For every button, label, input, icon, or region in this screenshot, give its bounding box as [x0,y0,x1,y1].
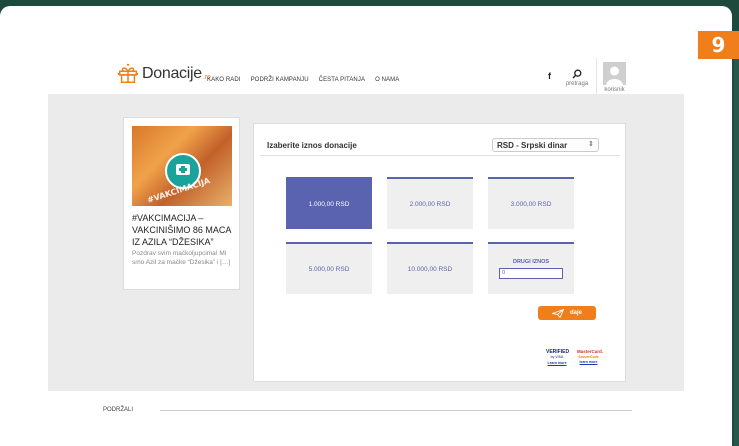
select-arrows-icon: ⇕ [588,140,594,148]
main-nav: KAKO RADI PODRŽI KAMPANJU ČESTA PITANJA … [207,77,399,83]
medkit-icon [176,164,190,175]
other-amount-label: DRUGI IZNOS [512,259,550,265]
search-label: pretraga [565,81,589,87]
user-menu[interactable]: korisnik [596,58,632,98]
other-amount-input[interactable]: 0 [499,268,563,279]
divider [260,155,620,156]
donation-title: Izaberite iznos donacije [267,141,357,150]
nav-item-kako-radi[interactable]: KAKO RADI [207,77,241,83]
search-button[interactable]: pretraga [562,69,592,87]
nav-item-podrzi-kampanju[interactable]: PODRŽI KAMPANJU [251,77,309,83]
currency-value: RSD - Srpski dinar [497,141,568,150]
amount-option-2000[interactable]: 2.000,00 RSD [387,177,473,229]
facebook-icon[interactable]: f [548,71,551,81]
currency-select[interactable]: RSD - Srpski dinar ⇕ [492,138,599,152]
paper-plane-icon [551,308,564,318]
amount-option-10000[interactable]: 10.000,00 RSD [387,242,473,294]
avatar [603,62,626,85]
nav-item-o-nama[interactable]: O NAMA [375,77,399,83]
user-icon [606,66,623,85]
site-logo[interactable]: Donacije .rs [117,63,211,85]
amount-option-3000[interactable]: 3.000,00 RSD [488,177,574,229]
campaign-image[interactable]: #VAKCIMACIJA [132,126,232,206]
supporters-label: PODRŽALI [103,407,134,413]
gift-icon [117,63,139,83]
footer-divider [160,410,632,411]
site-header: Donacije .rs KAKO RADI PODRŽI KAMPANJU Č… [0,0,732,98]
campaign-title[interactable]: #VAKCIMACIJA – VAKCINIŠIMO 86 MACA IZ AZ… [132,212,236,248]
verified-line2: by VISA [550,355,564,359]
amount-option-5000[interactable]: 5.000,00 RSD [286,242,372,294]
search-icon [572,69,582,79]
campaign-card[interactable]: #VAKCIMACIJA #VAKCIMACIJA – VAKCINIŠIMO … [123,117,240,290]
amount-option-other[interactable]: DRUGI IZNOS 0 [488,242,574,294]
nav-item-cesta-pitanja[interactable]: ČESTA PITANJA [319,77,365,83]
donate-button-label: daje [569,310,582,316]
right-edge-bar [734,59,739,446]
verified-by-visa-logo[interactable]: VERIFIED by VISA Learn more [546,350,569,366]
verified-learn-more[interactable]: Learn more [546,361,568,366]
mc-line2: SecureCode [578,354,599,359]
amount-option-1000[interactable]: 1.000,00 RSD [286,177,372,229]
campaign-description: Pozdrav svim mačkoljupcima! Mi smo Azil … [132,250,231,266]
mc-learn-more[interactable]: learn more [577,360,600,365]
mastercard-securecode-logo[interactable]: MasterCard. SecureCode learn more [577,349,604,366]
user-label: korisnik [604,87,625,93]
logo-text: Donacije [142,65,202,82]
mc-line1: MasterCard. [577,349,604,354]
donate-button[interactable]: daje [538,306,596,320]
